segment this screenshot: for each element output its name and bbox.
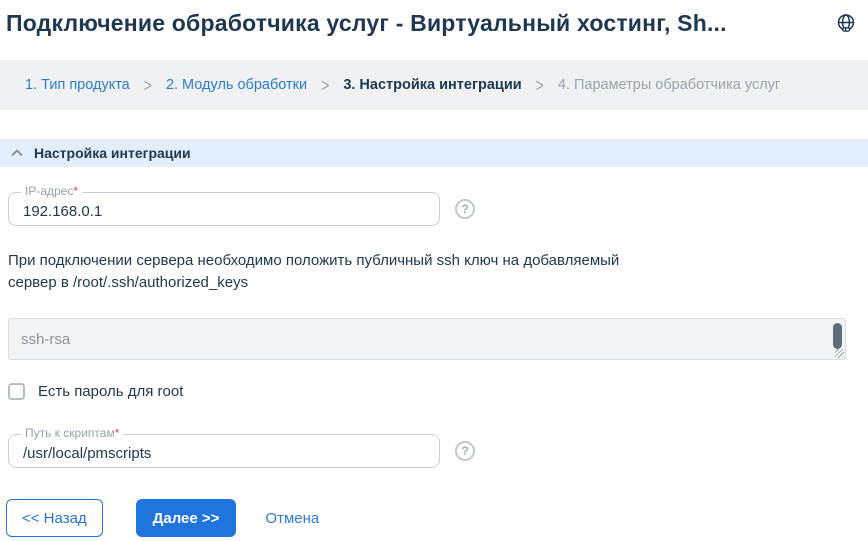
- root-password-checkbox[interactable]: [8, 383, 25, 400]
- root-password-checkbox-row[interactable]: Есть пароль для root: [8, 383, 868, 400]
- step-separator-icon: >: [321, 75, 329, 96]
- scripts-path-label: Путь к скриптам*: [21, 426, 123, 440]
- wizard-step-processing-module[interactable]: 2. Модуль обработки: [166, 77, 307, 93]
- back-button[interactable]: << Назад: [6, 499, 103, 537]
- wizard-step-integration-setup: 3. Настройка интеграции: [343, 77, 521, 93]
- scrollbar-thumb[interactable]: [833, 323, 842, 349]
- resize-handle-icon[interactable]: [835, 349, 844, 358]
- ssh-key-hint: При подключении сервера необходимо полож…: [8, 250, 868, 294]
- ssh-key-hint-line2: сервер в /root/.ssh/authorized_keys: [8, 272, 868, 294]
- section-header-integration[interactable]: Настройка интеграции: [0, 139, 868, 167]
- root-password-checkbox-label: Есть пароль для root: [38, 383, 183, 400]
- required-asterisk: *: [73, 184, 78, 198]
- ssh-key-value: ssh-rsa: [21, 331, 70, 348]
- wizard-steps: 1. Тип продукта > 2. Модуль обработки > …: [0, 60, 868, 110]
- page-title: Подключение обработчика услуг - Виртуаль…: [6, 10, 828, 37]
- required-asterisk: *: [115, 426, 120, 440]
- wizard-footer: << Назад Далее >> Отмена: [0, 499, 868, 537]
- ssh-key-textarea[interactable]: ssh-rsa: [8, 318, 846, 360]
- step-separator-icon: >: [536, 75, 544, 96]
- ip-address-field-frame: IP-адрес*: [8, 192, 440, 226]
- next-button[interactable]: Далее >>: [136, 499, 237, 537]
- cancel-link[interactable]: Отмена: [265, 510, 319, 527]
- chevron-up-icon: [10, 146, 24, 160]
- ip-address-label: IP-адрес*: [21, 184, 82, 198]
- header: Подключение обработчика услуг - Виртуаль…: [0, 0, 868, 40]
- globe-link-icon[interactable]: [834, 12, 858, 36]
- wizard-step-handler-params: 4. Параметры обработчика услуг: [558, 77, 780, 93]
- help-icon[interactable]: ?: [455, 199, 475, 219]
- integration-form: IP-адрес* ? При подключении сервера необ…: [0, 192, 868, 468]
- wizard-step-product-type[interactable]: 1. Тип продукта: [25, 77, 130, 93]
- ssh-key-hint-line1: При подключении сервера необходимо полож…: [8, 250, 868, 272]
- section-title: Настройка интеграции: [34, 145, 191, 161]
- step-separator-icon: >: [144, 75, 152, 96]
- help-icon[interactable]: ?: [455, 441, 475, 461]
- scripts-path-field-frame: Путь к скриптам*: [8, 434, 440, 468]
